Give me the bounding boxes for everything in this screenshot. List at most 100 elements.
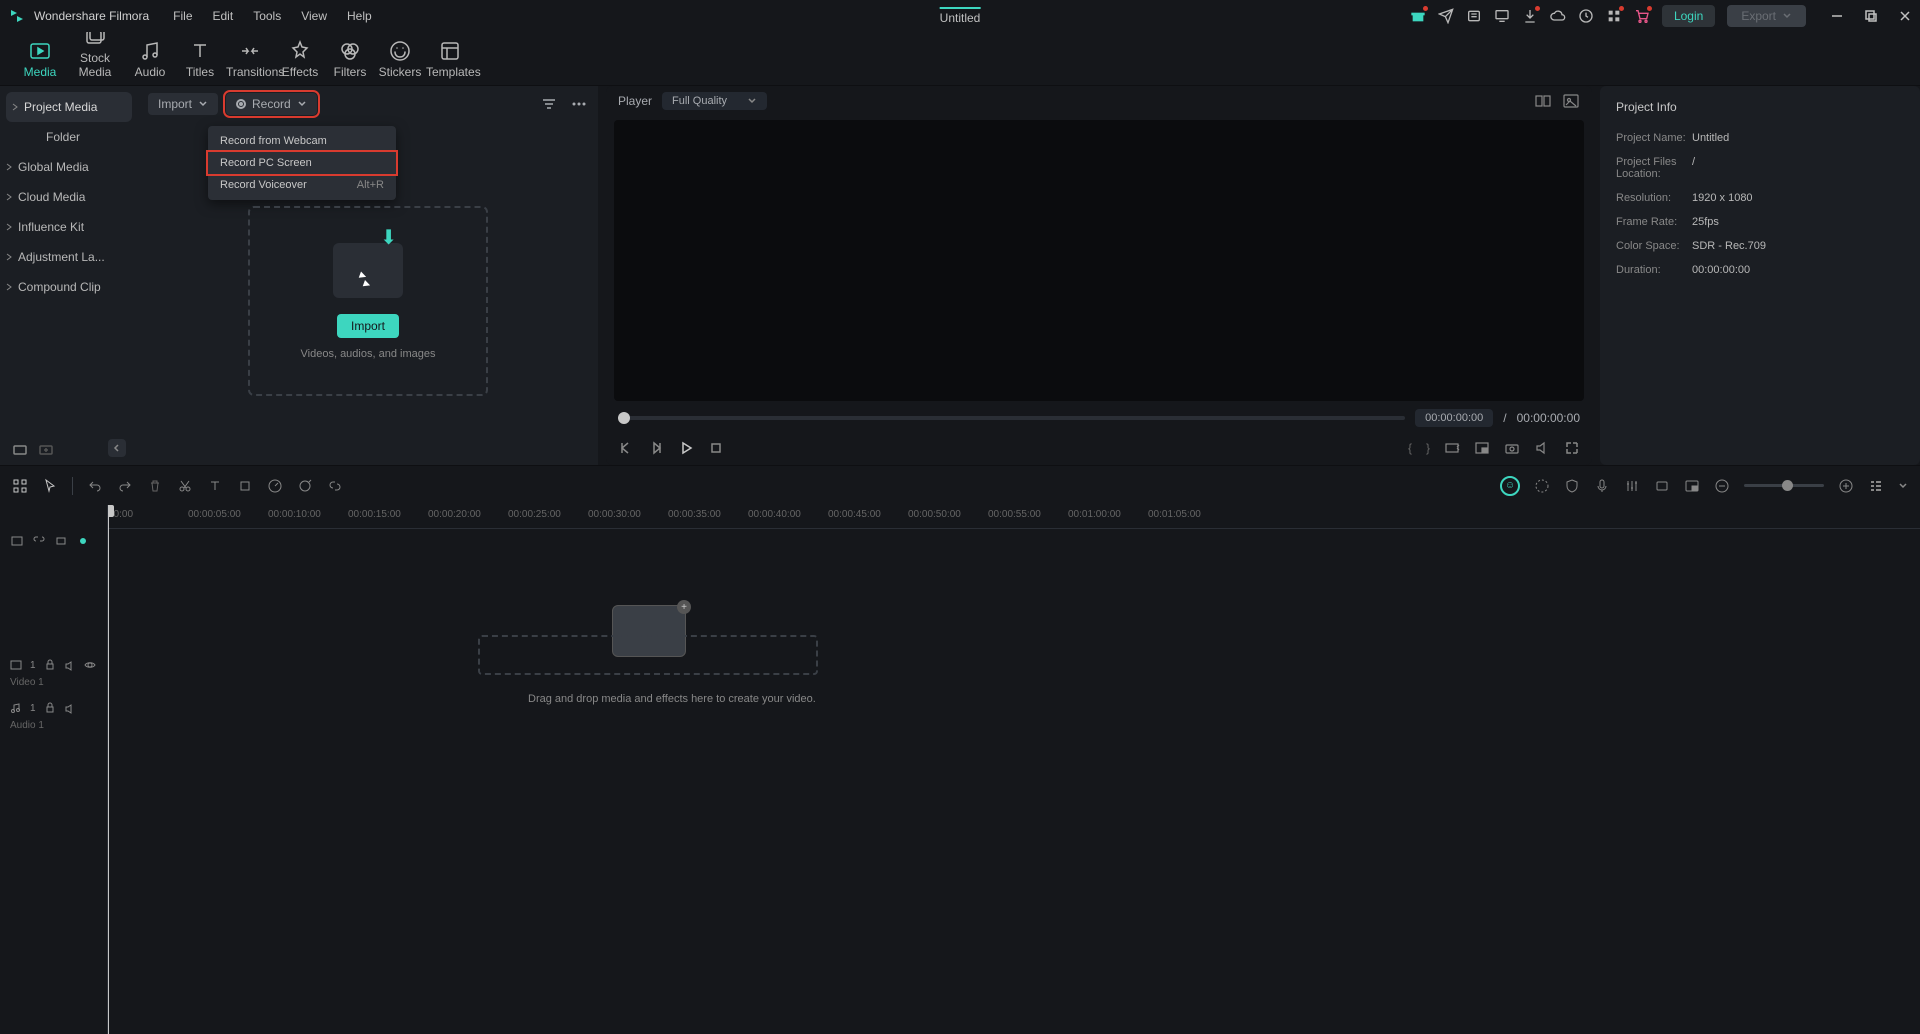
snapshot-icon[interactable]	[1504, 440, 1520, 456]
shield-icon[interactable]	[1564, 478, 1580, 494]
export-button[interactable]: Export	[1727, 5, 1806, 27]
close-icon[interactable]	[1898, 9, 1912, 23]
pip-icon[interactable]	[1474, 440, 1490, 456]
record-webcam-item[interactable]: Record from Webcam	[208, 130, 396, 152]
select-tool-icon[interactable]	[12, 478, 28, 494]
play-reverse-icon[interactable]	[648, 440, 664, 456]
gift-icon[interactable]	[1410, 8, 1426, 24]
track-magnet-icon[interactable]	[54, 534, 68, 548]
lock-icon[interactable]	[44, 702, 56, 714]
chevron-down-icon[interactable]	[1898, 481, 1908, 491]
link-icon[interactable]	[327, 478, 343, 494]
ai-smart-icon[interactable]: ☺	[1500, 476, 1520, 496]
sidebar-influence-kit[interactable]: Influence Kit	[0, 212, 138, 242]
filter-sort-icon[interactable]	[540, 95, 558, 113]
menu-edit[interactable]: Edit	[213, 9, 234, 23]
keyframe-icon[interactable]	[1684, 478, 1700, 494]
undo-icon[interactable]	[87, 478, 103, 494]
play-icon[interactable]	[678, 440, 694, 456]
record-pc-screen-item[interactable]: Record PC Screen	[208, 152, 396, 174]
sidebar-cloud-media[interactable]: Cloud Media	[0, 182, 138, 212]
minimize-icon[interactable]	[1830, 9, 1844, 23]
sidebar-compound-clip[interactable]: Compound Clip	[0, 272, 138, 302]
drop-track-zone[interactable]	[478, 635, 818, 675]
tab-transitions[interactable]: Transitions	[226, 39, 274, 85]
mic-icon[interactable]	[1594, 478, 1610, 494]
sidebar-project-media[interactable]: Project Media	[6, 92, 132, 122]
track-link-icon[interactable]	[32, 534, 46, 548]
tab-stock-media[interactable]: Stock Media	[66, 25, 124, 85]
grid-view-icon[interactable]	[1534, 92, 1552, 110]
collapse-sidebar-button[interactable]	[108, 439, 126, 457]
mute-icon[interactable]	[64, 659, 76, 671]
bell-icon[interactable]	[1578, 8, 1594, 24]
track-auto-icon[interactable]	[76, 534, 90, 548]
timeline-ruler[interactable]: 00:0000:00:05:0000:00:10:0000:00:15:0000…	[108, 505, 1920, 529]
hide-icon[interactable]	[84, 659, 96, 671]
tab-templates[interactable]: Templates	[426, 39, 474, 85]
timeline-tracks[interactable]: 00:0000:00:05:0000:00:10:0000:00:15:0000…	[108, 505, 1920, 1034]
menu-view[interactable]: View	[301, 9, 327, 23]
ratio-icon[interactable]	[1444, 440, 1460, 456]
new-bin-icon[interactable]	[38, 441, 54, 457]
text-tool-icon[interactable]	[207, 478, 223, 494]
volume-icon[interactable]	[1534, 440, 1550, 456]
apps-icon[interactable]	[1606, 8, 1622, 24]
fullscreen-icon[interactable]	[1564, 440, 1580, 456]
tab-filters[interactable]: Filters	[326, 39, 374, 85]
video-track-header[interactable]: 1	[0, 653, 107, 677]
picture-icon[interactable]	[1562, 92, 1580, 110]
crop-icon[interactable]	[237, 478, 253, 494]
prev-frame-icon[interactable]	[618, 440, 634, 456]
stop-icon[interactable]	[708, 440, 724, 456]
download-icon[interactable]	[1522, 8, 1538, 24]
mixer-icon[interactable]	[1624, 478, 1640, 494]
speed-icon[interactable]	[267, 478, 283, 494]
new-folder-icon[interactable]	[12, 441, 28, 457]
media-drop-zone[interactable]: ⬇ Import Videos, audios, and images	[248, 206, 488, 396]
mark-in-icon[interactable]: {	[1408, 441, 1412, 455]
sidebar-global-media[interactable]: Global Media	[0, 152, 138, 182]
redo-icon[interactable]	[117, 478, 133, 494]
seek-slider[interactable]	[618, 416, 1405, 420]
color-icon[interactable]	[297, 478, 313, 494]
history-icon[interactable]	[1466, 8, 1482, 24]
sidebar-adjustment-layer[interactable]: Adjustment La...	[0, 242, 138, 272]
login-button[interactable]: Login	[1662, 5, 1715, 27]
pointer-tool-icon[interactable]	[42, 478, 58, 494]
record-voiceover-item[interactable]: Record VoiceoverAlt+R	[208, 174, 396, 196]
playhead[interactable]	[108, 505, 109, 1034]
maximize-icon[interactable]	[1864, 9, 1878, 23]
tab-titles[interactable]: Titles	[176, 39, 224, 85]
mute-icon[interactable]	[64, 702, 76, 714]
tab-effects[interactable]: Effects	[276, 39, 324, 85]
monitor-icon[interactable]	[1494, 8, 1510, 24]
sidebar-folder[interactable]: Folder	[0, 122, 138, 152]
record-dropdown[interactable]: Record	[226, 93, 317, 115]
cut-icon[interactable]	[177, 478, 193, 494]
audio-track-header[interactable]: 1	[0, 696, 107, 720]
list-icon[interactable]	[1868, 478, 1884, 494]
menu-file[interactable]: File	[173, 9, 192, 23]
gauge-icon[interactable]	[1534, 478, 1550, 494]
menu-help[interactable]: Help	[347, 9, 372, 23]
zoom-out-icon[interactable]	[1714, 478, 1730, 494]
send-icon[interactable]	[1438, 8, 1454, 24]
tab-media[interactable]: Media	[16, 39, 64, 85]
menu-tools[interactable]: Tools	[253, 9, 281, 23]
player-viewport[interactable]	[614, 120, 1584, 401]
cart-icon[interactable]	[1634, 8, 1650, 24]
delete-icon[interactable]	[147, 478, 163, 494]
quality-dropdown[interactable]: Full Quality	[662, 92, 767, 110]
track-snap-icon[interactable]	[10, 534, 24, 548]
zoom-in-icon[interactable]	[1838, 478, 1854, 494]
import-dropdown[interactable]: Import	[148, 93, 218, 115]
zoom-slider[interactable]	[1744, 484, 1824, 487]
mark-out-icon[interactable]: }	[1426, 441, 1430, 455]
more-icon[interactable]	[570, 95, 588, 113]
import-button[interactable]: Import	[337, 314, 399, 338]
tab-stickers[interactable]: Stickers	[376, 39, 424, 85]
marker-icon[interactable]	[1654, 478, 1670, 494]
tab-audio[interactable]: Audio	[126, 39, 174, 85]
lock-icon[interactable]	[44, 659, 56, 671]
